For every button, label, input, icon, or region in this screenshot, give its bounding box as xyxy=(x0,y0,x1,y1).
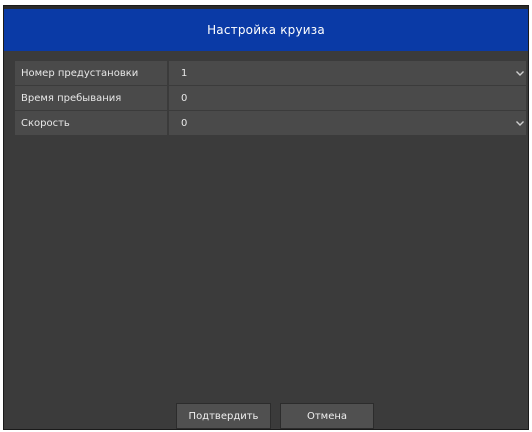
row-speed: Скорость 0 xyxy=(15,111,526,135)
cruise-settings-dialog: Настройка круиза Номер предустановки 1 В… xyxy=(3,5,529,430)
dwell-time-label: Время пребывания xyxy=(15,86,167,110)
dwell-time-value: 0 xyxy=(181,92,188,104)
dialog-title-bar: Настройка круиза xyxy=(4,9,528,51)
speed-select[interactable]: 0 xyxy=(169,111,526,135)
speed-label: Скорость xyxy=(15,111,167,135)
row-preset-number: Номер предустановки 1 xyxy=(15,61,526,85)
speed-value: 0 xyxy=(181,117,188,129)
settings-form: Номер предустановки 1 Время пребывания 0… xyxy=(15,61,526,136)
row-dwell-time: Время пребывания 0 xyxy=(15,86,526,110)
confirm-button[interactable]: Подтвердить xyxy=(176,403,271,429)
dwell-time-input[interactable]: 0 xyxy=(169,86,526,110)
preset-number-label: Номер предустановки xyxy=(15,61,167,85)
chevron-down-icon[interactable] xyxy=(514,117,526,129)
chevron-down-icon[interactable] xyxy=(514,67,526,79)
dialog-title: Настройка круиза xyxy=(207,23,325,37)
cancel-button[interactable]: Отмена xyxy=(280,403,374,429)
preset-number-select[interactable]: 1 xyxy=(169,61,526,85)
preset-number-value: 1 xyxy=(181,67,188,79)
